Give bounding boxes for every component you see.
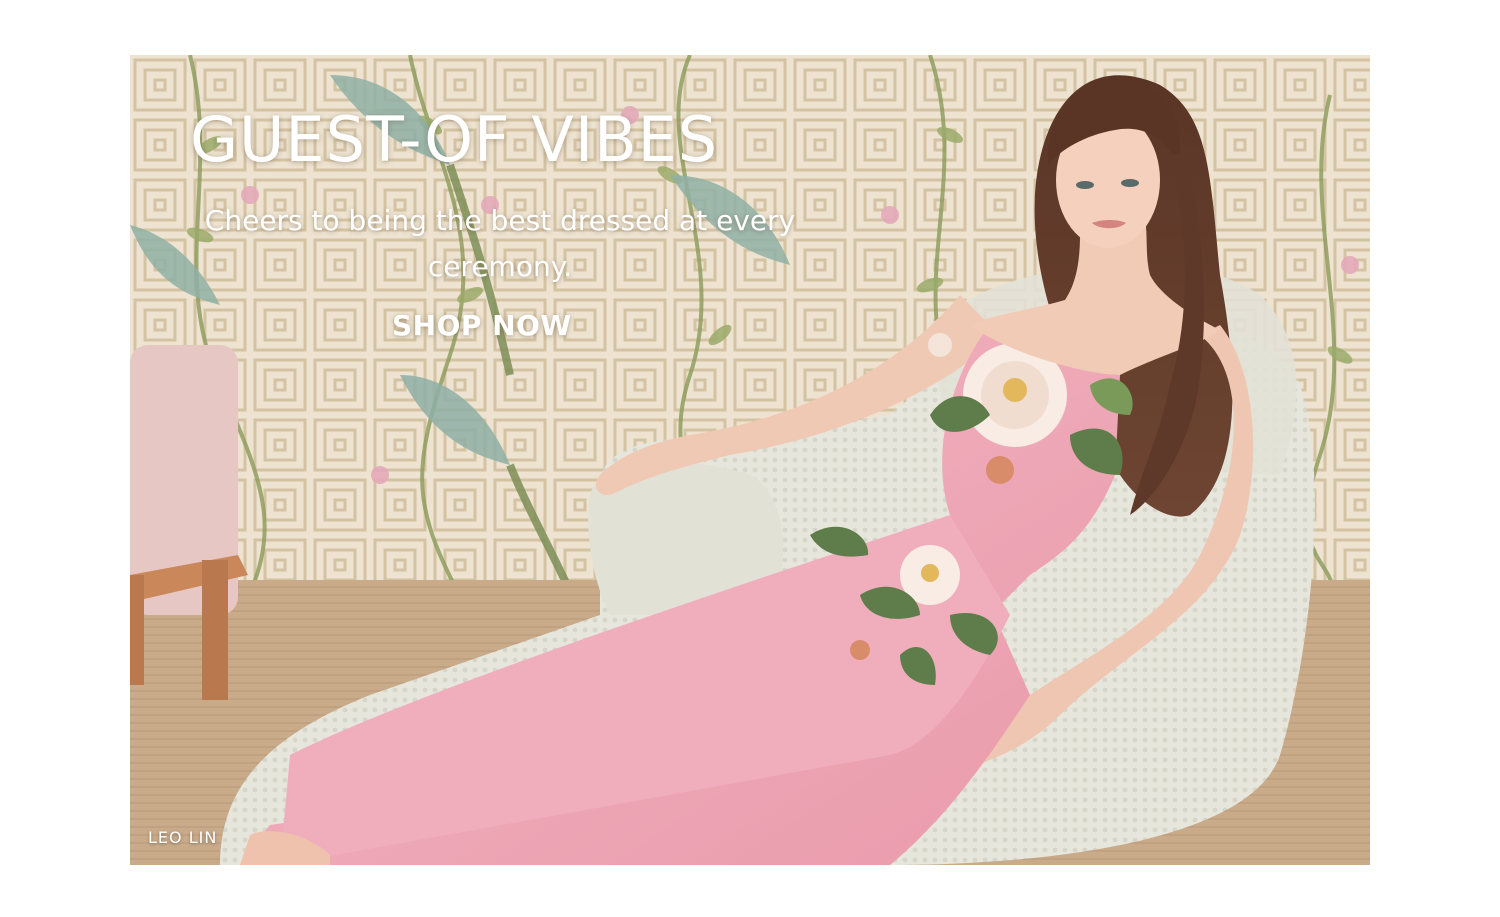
hero-subhead: Cheers to being the best dressed at ever… [204, 204, 796, 283]
photo-credit: LEO LIN [148, 828, 218, 847]
hero-banner[interactable]: GUEST-OF VIBES Cheers to being the best … [130, 55, 1370, 865]
hero-headline: GUEST-OF VIBES [190, 103, 719, 176]
shop-now-link[interactable]: SHOP NOW [388, 305, 576, 346]
hero-photo [130, 55, 1370, 865]
